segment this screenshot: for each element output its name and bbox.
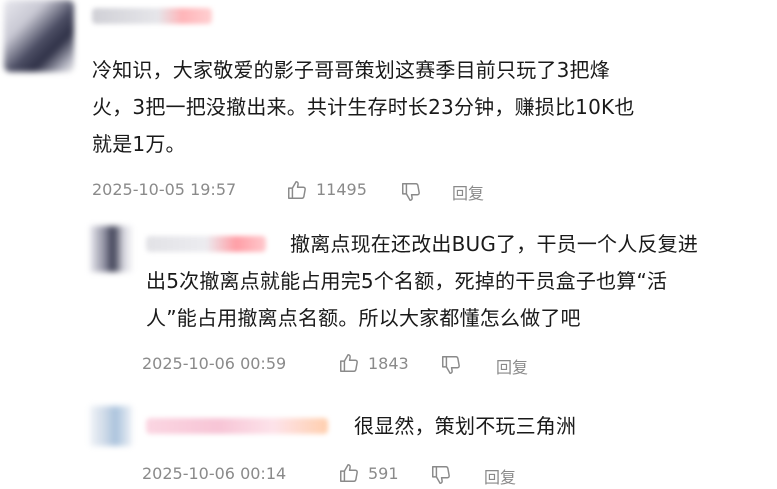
- like-count: 591: [368, 464, 399, 483]
- thumbs-up-icon[interactable]: [338, 352, 360, 374]
- reply-button[interactable]: 回复: [484, 464, 516, 488]
- thumbs-up-icon[interactable]: [338, 462, 360, 484]
- comment-text-line: 冷知识，大家敬爱的影子哥哥策划这赛季目前只玩了3把烽: [92, 58, 610, 82]
- reply-button[interactable]: 回复: [452, 180, 484, 204]
- comment-text: 撤离点现在还改出BUG了，干员一个人反复进 出5次撤离点就能占用完5个名额，死掉…: [146, 226, 771, 337]
- comment-text-line: 人”能占用撤离点名额。所以大家都懂怎么做了吧: [146, 306, 581, 330]
- thumbs-down-icon[interactable]: [400, 181, 422, 203]
- timestamp: 2025-10-05 19:57: [92, 180, 237, 199]
- comment-text-line: 出5次撤离点就能占用完5个名额，死掉的干员盒子也算“活: [146, 269, 668, 293]
- comment-text-line: 很显然，策划不玩三角洲: [354, 414, 577, 438]
- avatar[interactable]: [90, 406, 132, 446]
- comment-text: 冷知识，大家敬爱的影子哥哥策划这赛季目前只玩了3把烽 火，3把一把没撤出来。共计…: [92, 52, 772, 163]
- like-count: 11495: [316, 180, 367, 199]
- thumbs-up-icon[interactable]: [286, 179, 308, 201]
- thumbs-down-icon[interactable]: [440, 354, 462, 376]
- avatar[interactable]: [4, 0, 74, 72]
- username[interactable]: [92, 8, 212, 24]
- thumbs-down-icon[interactable]: [430, 464, 452, 486]
- comment-text-line: 就是1万。: [92, 132, 186, 156]
- comment-text-line: 火，3把一把没撤出来。共计生存时长23分钟，赚损比10K也: [92, 95, 635, 119]
- timestamp: 2025-10-06 00:59: [142, 354, 287, 373]
- username[interactable]: [146, 418, 328, 434]
- timestamp: 2025-10-06 00:14: [142, 464, 287, 483]
- comment-text-line: 撤离点现在还改出BUG了，干员一个人反复进: [290, 232, 699, 256]
- avatar[interactable]: [90, 226, 132, 272]
- reply-button[interactable]: 回复: [496, 354, 528, 378]
- comment-text: 很显然，策划不玩三角洲: [354, 408, 754, 445]
- like-count: 1843: [368, 354, 409, 373]
